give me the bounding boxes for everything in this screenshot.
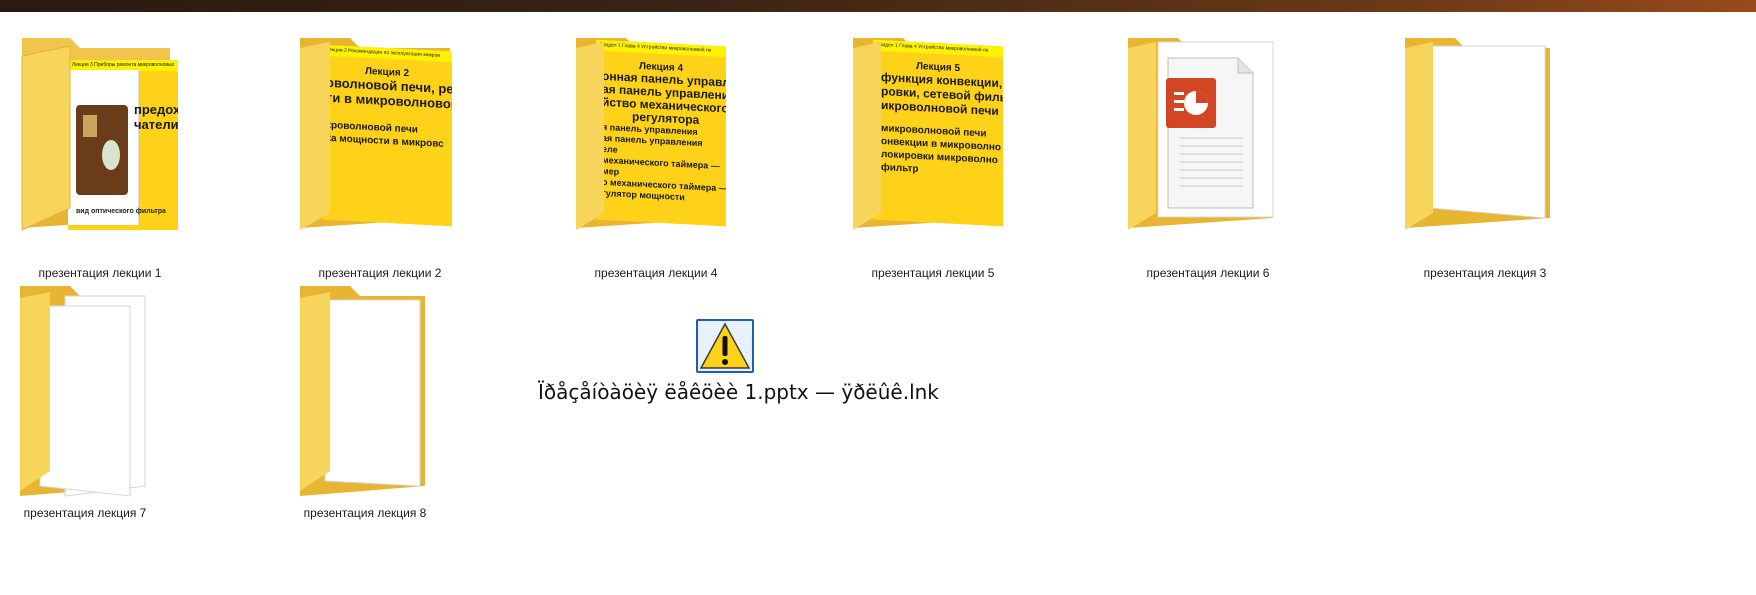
folder-item-6[interactable]: презентация лекция 3 bbox=[1395, 18, 1595, 280]
shortcut-label: Ïðåçåíòàöèÿ ëåêöèè 1.pptx — ÿðëûê.lnk bbox=[538, 380, 939, 404]
folder-icon bbox=[300, 286, 425, 496]
warning-icon bbox=[696, 319, 754, 373]
folder-label: презентация лекции 1 bbox=[38, 266, 162, 280]
folder-icon bbox=[1128, 38, 1274, 230]
folder-label: презентация лекция 8 bbox=[303, 506, 427, 520]
folder-icon bbox=[20, 286, 146, 497]
folder-front-flap bbox=[300, 42, 330, 230]
folder-item-1[interactable]: Лекция 3 Приборы ремонта микроволновых п… bbox=[10, 18, 210, 280]
folder-label: презентация лекции 5 bbox=[871, 266, 995, 280]
folder-label: презентация лекция 7 bbox=[23, 506, 147, 520]
folder-front-flap bbox=[853, 42, 881, 230]
folder-label: презентация лекции 6 bbox=[1146, 266, 1270, 280]
folder-label: презентация лекции 4 bbox=[594, 266, 718, 280]
shortcut-item[interactable] bbox=[695, 318, 755, 374]
folder-item-4[interactable]: Раздел 1 Глава 4 Устройство микроволново… bbox=[843, 18, 1043, 280]
window-top-strip bbox=[0, 0, 1756, 12]
folder-item-7[interactable]: презентация лекция 7 bbox=[10, 286, 210, 546]
folder-label: презентация лекции 2 bbox=[318, 266, 442, 280]
folder-item-3[interactable]: Раздел 1 Глава 4 Устройство микроволново… bbox=[566, 18, 766, 280]
folder-item-8[interactable]: презентация лекция 8 bbox=[290, 286, 490, 546]
folder-label: презентация лекция 3 bbox=[1423, 266, 1547, 280]
folder-front-flap bbox=[576, 42, 604, 230]
folder-icon bbox=[1405, 38, 1550, 230]
folder-front-flap bbox=[21, 45, 71, 231]
folder-item-2[interactable]: Лекция 2 Рекомендации по эксплуатации ми… bbox=[290, 18, 490, 280]
folder-item-5[interactable]: презентация лекции 6 bbox=[1118, 18, 1318, 280]
